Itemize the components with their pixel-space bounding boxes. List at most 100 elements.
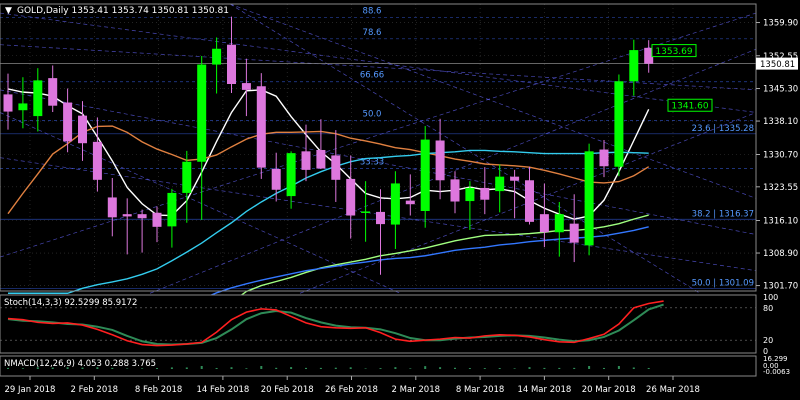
- bull-candle: [33, 80, 43, 117]
- bull-candle: [182, 161, 192, 193]
- macd-bar: [364, 368, 367, 369]
- fib-level-label: 78.6: [363, 28, 382, 38]
- macd-bar: [617, 366, 620, 369]
- macd-bar: [468, 368, 471, 369]
- macd-label: NMACD(12,26,9) 4.053 0.288 3.765: [4, 359, 156, 369]
- bear-candle: [376, 211, 385, 225]
- macd-bar: [394, 367, 397, 369]
- bull-candle: [212, 48, 222, 65]
- bear-candle: [450, 179, 460, 202]
- bear-candle: [256, 86, 266, 168]
- bull-candle: [584, 151, 594, 246]
- macd-bar: [588, 366, 591, 369]
- macd-bar: [528, 367, 531, 369]
- trading-chart: 88.678.666.6650.023.6 | 1335.2833.3338.2…: [0, 0, 800, 400]
- fib-level-label: 66.66: [360, 71, 384, 81]
- x-tick-label: 20 Mar 2018: [582, 385, 636, 395]
- bear-candle: [63, 102, 73, 142]
- macd-bar: [543, 367, 546, 369]
- bull-candle: [629, 50, 639, 82]
- bull-candle: [18, 103, 28, 111]
- macd-bar: [170, 367, 173, 369]
- x-tick-label: 2 Feb 2018: [71, 385, 119, 395]
- bull-candle: [554, 214, 564, 233]
- bull-candle: [167, 192, 177, 227]
- fib-level-label: 38.2 | 1316.37: [692, 209, 754, 219]
- bear-candle: [301, 151, 311, 170]
- macd-bar: [513, 368, 516, 369]
- fib-level-label: 50.0: [363, 110, 382, 120]
- y-tick-label: 1330.70: [763, 151, 798, 161]
- bear-candle: [152, 212, 162, 227]
- x-tick-label: 8 Mar 2018: [456, 385, 504, 395]
- y-tick-label: 1338.10: [763, 117, 798, 127]
- price-tag-label: 1341.60: [671, 102, 708, 112]
- macd-bar: [349, 367, 352, 369]
- bear-candle: [539, 214, 549, 233]
- bear-candle: [107, 197, 117, 218]
- y-tick-label: 1308.90: [763, 249, 798, 259]
- macd-bar: [632, 367, 635, 369]
- macd-bar: [200, 366, 203, 369]
- macd-bar: [483, 368, 486, 369]
- x-tick-label: 26 Mar 2018: [646, 385, 700, 395]
- stoch-tick-label: 20: [763, 336, 773, 345]
- x-tick-label: 8 Feb 2018: [135, 385, 183, 395]
- macd-bar: [424, 366, 427, 369]
- macd-bar: [230, 367, 233, 369]
- macd-bar: [185, 367, 188, 369]
- bear-candle: [271, 168, 281, 190]
- y-tick-label: 1316.10: [763, 216, 798, 226]
- bear-candle: [92, 141, 102, 180]
- x-tick-label: 20 Feb 2018: [261, 385, 314, 395]
- stoch-tick-label: 80: [763, 304, 773, 313]
- stoch-tick-label: 100: [763, 293, 778, 302]
- macd-bar: [454, 367, 456, 369]
- bull-candle: [286, 153, 296, 197]
- bear-candle: [525, 180, 534, 222]
- bear-candle: [241, 83, 251, 90]
- bear-candle: [405, 200, 415, 205]
- macd-bar: [573, 367, 576, 369]
- bull-candle: [420, 139, 430, 212]
- bear-candle: [331, 155, 341, 180]
- macd-tick-label: -0.0063: [763, 368, 790, 376]
- x-tick-label: 26 Feb 2018: [325, 385, 378, 395]
- macd-bar: [245, 368, 248, 369]
- bull-candle: [465, 187, 475, 202]
- fib-level-label: 50.0 | 1301.09: [692, 278, 754, 288]
- macd-bar: [439, 367, 442, 369]
- macd-bar: [647, 367, 650, 369]
- macd-bar: [290, 367, 293, 369]
- macd-bar: [215, 367, 218, 369]
- macd-bar: [275, 367, 278, 369]
- bear-candle: [137, 214, 147, 219]
- fib-level-label: 23.6 | 1335.28: [692, 124, 754, 134]
- macd-bar: [260, 366, 263, 369]
- x-tick-label: 14 Feb 2018: [196, 385, 249, 395]
- macd-bar: [409, 368, 412, 369]
- macd-bar: [558, 367, 561, 369]
- y-tick-label: 1345.30: [763, 85, 798, 95]
- bear-candle: [122, 214, 132, 217]
- bull-candle: [614, 81, 624, 167]
- y-tick-label: 1323.55: [763, 183, 798, 193]
- bear-candle: [599, 149, 609, 167]
- macd-bar: [498, 368, 501, 369]
- macd-bar: [379, 368, 382, 369]
- bear-candle: [78, 115, 87, 144]
- bull-candle: [361, 211, 371, 213]
- collapse-triangle-icon[interactable]: ▼: [5, 6, 12, 16]
- bear-candle: [435, 140, 445, 181]
- bear-candle: [510, 176, 520, 181]
- bear-candle: [316, 149, 326, 169]
- bull-candle: [197, 64, 207, 162]
- price-tag-label: 1353.69: [655, 47, 692, 57]
- last-price-label: 1350.81: [760, 60, 795, 70]
- price-axis: 1359.901352.551345.301338.101330.701323.…: [756, 19, 798, 292]
- x-tick-label: 2 Mar 2018: [392, 385, 440, 395]
- bear-candle: [346, 178, 356, 216]
- bear-candle: [227, 44, 236, 84]
- stoch-label: Stoch(14,3,3) 92.5299 85.9172: [4, 298, 137, 308]
- macd-bar: [603, 367, 605, 369]
